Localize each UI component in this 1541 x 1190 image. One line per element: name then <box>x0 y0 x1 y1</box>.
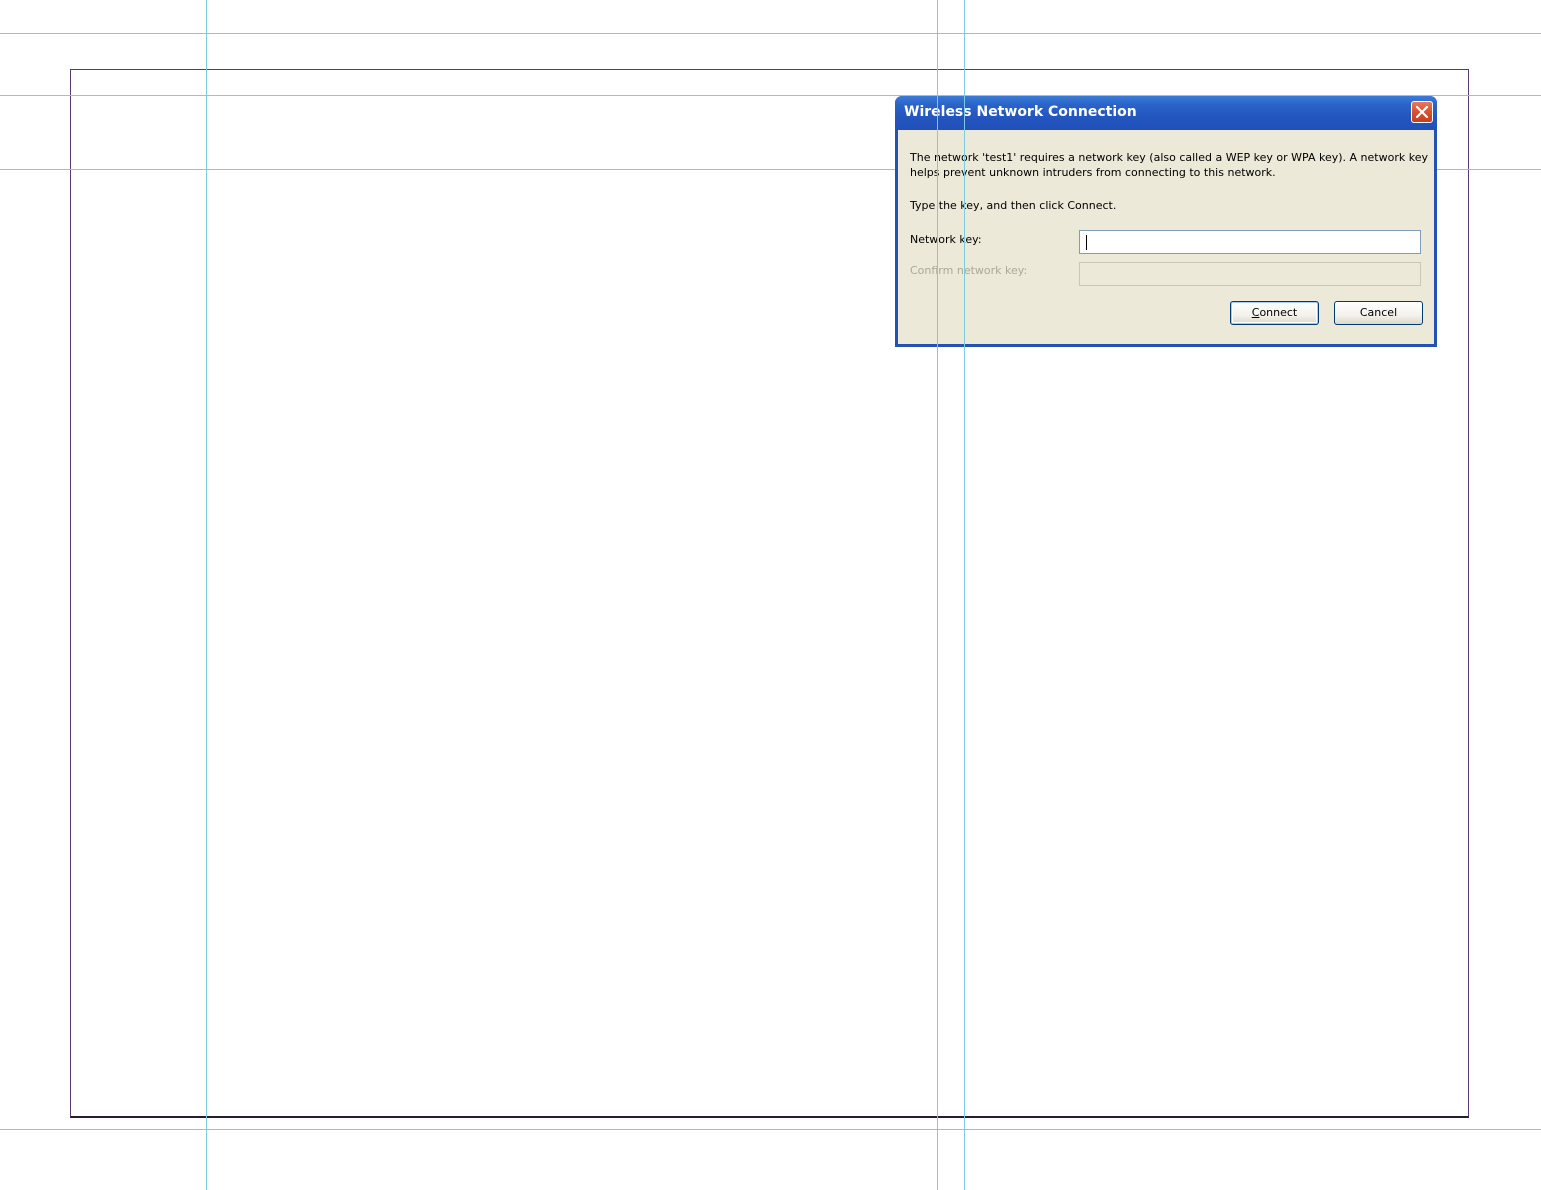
design-canvas: Wireless Network Connection The network … <box>0 0 1541 1190</box>
confirm-network-key-label: Confirm network key: <box>910 264 1028 277</box>
cancel-button[interactable]: Cancel <box>1334 301 1423 325</box>
dialog-message: The network 'test1' requires a network k… <box>910 151 1428 179</box>
wireless-network-connection-dialog: Wireless Network Connection The network … <box>895 96 1437 347</box>
dialog-instruction: Type the key, and then click Connect. <box>910 199 1117 212</box>
guide-vertical[interactable] <box>964 0 965 1190</box>
guide-vertical[interactable] <box>206 0 207 1190</box>
guide-vertical[interactable] <box>937 0 938 1190</box>
close-icon <box>1415 105 1429 119</box>
connect-button[interactable]: Connect <box>1230 301 1319 325</box>
network-key-input[interactable] <box>1079 230 1421 254</box>
dialog-title: Wireless Network Connection <box>904 104 1137 120</box>
dialog-titlebar[interactable]: Wireless Network Connection <box>895 96 1437 130</box>
close-button[interactable] <box>1411 101 1433 123</box>
confirm-network-key-input[interactable] <box>1079 262 1421 286</box>
guide-horizontal[interactable] <box>0 1129 1541 1130</box>
text-caret <box>1086 235 1087 250</box>
guide-horizontal[interactable] <box>0 33 1541 34</box>
network-key-label: Network key: <box>910 233 982 246</box>
dialog-message-area: The network 'test1' requires a network k… <box>910 150 1430 180</box>
connect-button-label: onnect <box>1259 306 1298 319</box>
